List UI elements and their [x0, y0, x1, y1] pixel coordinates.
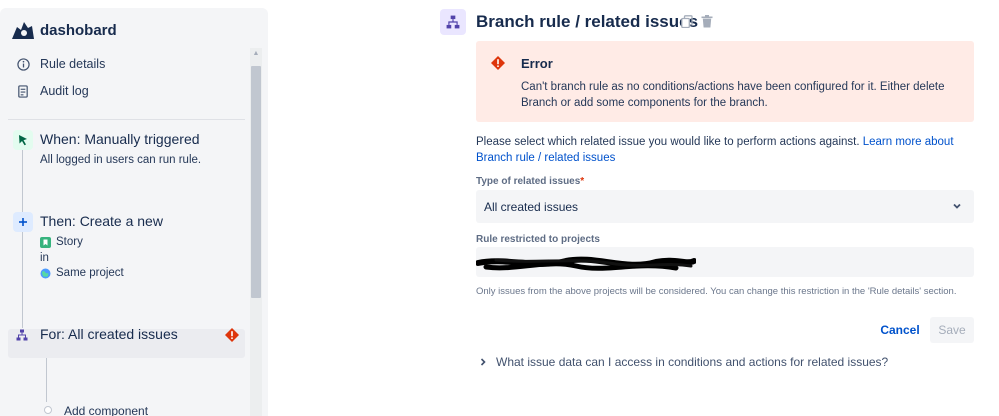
branch-step-title[interactable]: For: All created issues: [40, 326, 178, 342]
nav-rule-details[interactable]: Rule details: [16, 57, 105, 71]
faq-label: What issue data can I access in conditio…: [496, 355, 889, 369]
timeline-line: [46, 358, 47, 402]
description-text: Please select which related issue you wo…: [476, 136, 863, 148]
info-icon: [16, 57, 30, 71]
timeline-line: [22, 150, 23, 213]
chevron-right-icon: [480, 358, 486, 366]
timeline-line: [22, 230, 23, 328]
description: Please select which related issue you wo…: [476, 134, 966, 166]
brand[interactable]: dashobard: [10, 18, 117, 42]
globe-icon: [40, 268, 51, 278]
sidebar: dashobard Rule details Audit log When: M…: [0, 8, 268, 416]
save-button[interactable]: Save: [930, 317, 974, 343]
error-banner: Error Can't branch rule as no conditions…: [476, 41, 974, 122]
scroll-thumb[interactable]: [251, 66, 261, 298]
sidebar-scrollbar[interactable]: ▲: [250, 48, 262, 416]
redacted-scribble: [476, 256, 696, 271]
action-project: Same project: [40, 267, 124, 279]
issue-type-label: Story: [56, 236, 83, 248]
brand-name: dashobard: [40, 21, 117, 39]
trigger-step-title[interactable]: When: Manually triggered: [40, 131, 200, 147]
related-issues-select[interactable]: All created issues: [476, 190, 974, 223]
nav-rule-details-label: Rule details: [40, 57, 106, 71]
brand-logo-icon: [12, 22, 34, 39]
copy-icon[interactable]: [680, 14, 694, 28]
nav-audit-log-label: Audit log: [40, 84, 89, 98]
nav-audit-log[interactable]: Audit log: [16, 84, 89, 98]
page-title: Branch rule / related issues: [476, 12, 699, 31]
sidebar-divider: [8, 119, 245, 120]
trash-icon[interactable]: [700, 14, 714, 28]
error-message: Can't branch rule as no conditions/actio…: [521, 81, 945, 109]
chevron-down-icon: [953, 203, 961, 209]
branch-icon: [12, 325, 32, 345]
story-icon: [40, 236, 51, 248]
project-label: Same project: [56, 267, 124, 279]
action-in-text: in: [40, 252, 49, 264]
plus-icon: [13, 212, 33, 232]
error-diamond-icon: [225, 328, 239, 342]
error-title: Error: [521, 56, 553, 71]
scroll-up-icon[interactable]: ▲: [252, 50, 260, 58]
trigger-icon: [13, 130, 33, 150]
trigger-step-text: All logged in users can run rule.: [40, 154, 202, 166]
action-issue-type: Story: [40, 236, 83, 248]
type-field-label-text: Type of related issues: [476, 176, 581, 187]
document-icon: [16, 84, 30, 98]
faq-toggle[interactable]: What issue data can I access in conditio…: [478, 355, 888, 369]
action-step-title[interactable]: Then: Create a new: [40, 213, 163, 229]
projects-field[interactable]: [476, 247, 974, 277]
related-issues-select-value: All created issues: [484, 199, 579, 214]
projects-field-label: Rule restricted to projects: [476, 234, 600, 245]
branch-icon: [440, 9, 466, 35]
add-component-dot: [44, 406, 52, 414]
type-field-label: Type of related issues*: [476, 176, 584, 187]
title-actions: [680, 14, 714, 28]
add-component-link[interactable]: Add component: [64, 404, 148, 416]
cancel-button[interactable]: Cancel: [874, 318, 926, 342]
projects-hint: Only issues from the above projects will…: [476, 286, 957, 297]
required-asterisk: *: [580, 176, 585, 187]
error-diamond-icon: [491, 56, 505, 70]
